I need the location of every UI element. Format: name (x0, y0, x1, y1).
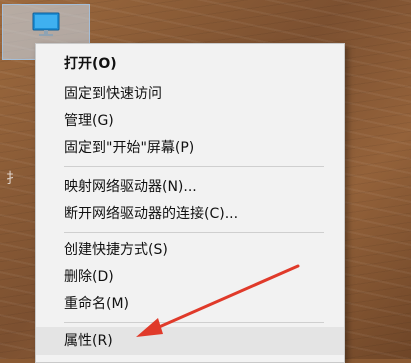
monitor-icon (32, 12, 60, 36)
menu-item-delete[interactable]: 删除(D) (36, 263, 344, 291)
menu-item-disconnect-network-drive[interactable]: 断开网络驱动器的连接(C)... (36, 200, 344, 228)
context-menu: 打开(O) 固定到快速访问 管理(G) 固定到"开始"屏幕(P) 映射网络驱动器… (35, 43, 345, 363)
menu-separator (64, 322, 324, 323)
menu-separator (64, 166, 324, 167)
desktop-partial-icon-label: 扌 (6, 171, 20, 187)
menu-item-map-network-drive[interactable]: 映射网络驱动器(N)... (36, 173, 344, 201)
menu-item-pin-quick-access[interactable]: 固定到快速访问 (36, 80, 344, 108)
menu-item-manage[interactable]: 管理(G) (36, 107, 344, 135)
menu-item-properties[interactable]: 属性(R) (36, 327, 344, 355)
menu-item-create-shortcut[interactable]: 创建快捷方式(S) (36, 236, 344, 264)
menu-separator (64, 232, 324, 233)
menu-item-pin-start[interactable]: 固定到"开始"屏幕(P) (36, 134, 344, 162)
menu-item-rename[interactable]: 重命名(M) (36, 290, 344, 318)
menu-item-open[interactable]: 打开(O) (36, 50, 344, 78)
